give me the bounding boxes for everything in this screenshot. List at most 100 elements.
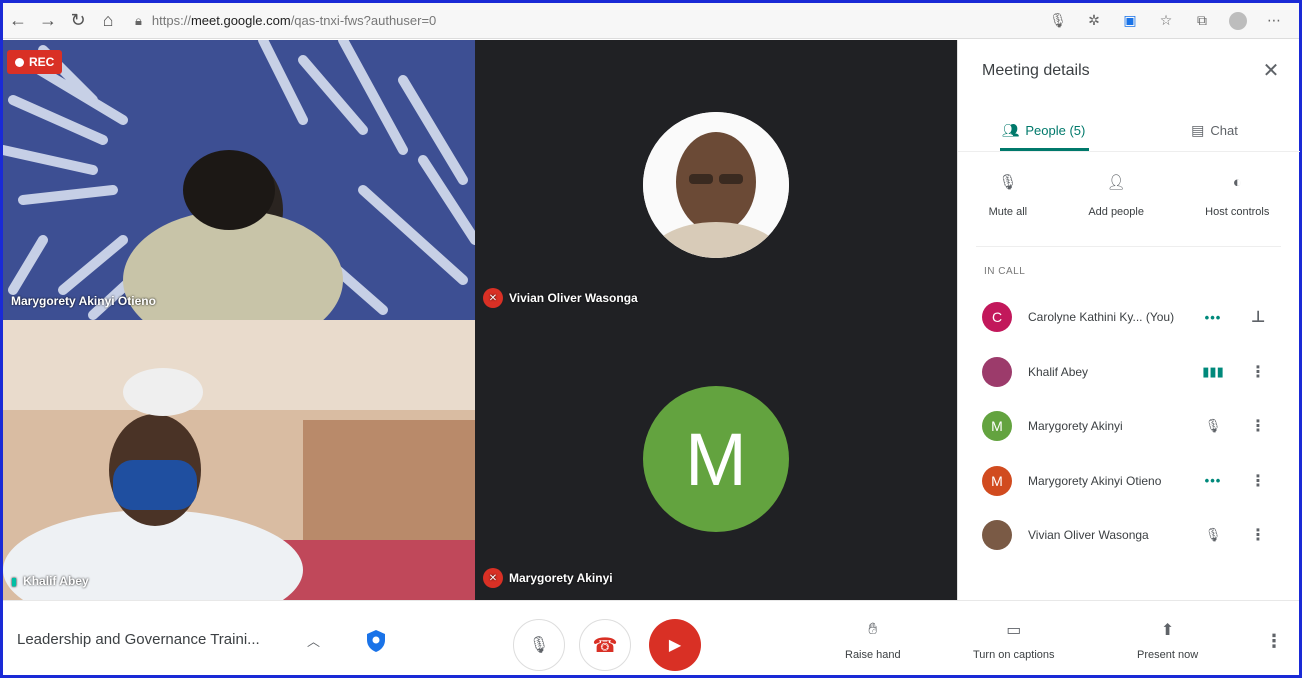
toggle-icon: ◐ xyxy=(1232,173,1242,191)
in-call-section-label: IN CALL xyxy=(984,266,1026,277)
camera-off-button[interactable]: ▶︎ xyxy=(649,619,701,671)
speaking-indicator-icon: ▮ xyxy=(11,575,18,588)
avatar xyxy=(982,520,1012,551)
participant-row[interactable]: Khalif Abey ▮▮▮ ⋮ xyxy=(958,345,1300,400)
participant-list: C Carolyne Kathini Ky... (You) ••• ⊥ Kha… xyxy=(958,290,1300,563)
tab-people-label: People (5) xyxy=(1025,123,1086,138)
add-people-button[interactable]: 👤︎ Add people xyxy=(1088,168,1144,238)
microphone-icon: 🎙︎ xyxy=(528,637,550,654)
microphone-permission-icon[interactable]: 🎙︎ xyxy=(1047,10,1069,32)
browser-toolbar: ← → ↻ ⌂ 🔒︎ https://meet.google.com/qas-t… xyxy=(3,3,1299,39)
profile-photo-image xyxy=(643,112,789,258)
participant-row[interactable]: M Marygorety Akinyi 🎙︎ ⋮ xyxy=(958,399,1300,454)
meeting-toolbar: Leadership and Governance Traini... ︿ 🎙︎… xyxy=(3,600,1299,675)
tile-participant-name: ✕ Vivian Oliver Wasonga xyxy=(483,288,638,308)
video-tile-marygorety-otieno[interactable]: REC Marygorety Akinyi Otieno xyxy=(3,40,475,320)
chevron-up-icon[interactable]: ︿ xyxy=(307,631,320,650)
captions-label: Turn on captions xyxy=(973,649,1055,661)
participant-row[interactable]: Vivian Oliver Wasonga 🎙︎ ⋮ xyxy=(958,508,1300,563)
speaking-indicator-icon: ▮▮▮ xyxy=(1202,363,1224,379)
home-icon[interactable]: ⌂ xyxy=(93,6,123,36)
address-bar[interactable]: 🔒︎ https://meet.google.com/qas-tnxi-fws?… xyxy=(135,13,436,29)
participant-name: Carolyne Kathini Ky... (You) xyxy=(1028,310,1175,325)
url-path: /qas-tnxi-fws?authuser=0 xyxy=(290,13,437,28)
video-grid: REC Marygorety Akinyi Otieno ✕ Vivian Ol… xyxy=(3,40,957,600)
divider xyxy=(976,246,1281,247)
avatar: M xyxy=(982,411,1012,442)
profile-avatar[interactable] xyxy=(1227,10,1249,32)
video-tile-vivian[interactable]: ✕ Vivian Oliver Wasonga xyxy=(475,40,957,320)
recording-dot-icon xyxy=(15,57,24,67)
more-options-icon[interactable]: ⋮ xyxy=(1248,414,1268,438)
recording-badge: REC xyxy=(7,50,63,74)
host-controls-button[interactable]: ◐ Host controls xyxy=(1205,168,1269,238)
more-dots-icon: ••• xyxy=(1204,473,1222,489)
forward-icon[interactable]: → xyxy=(33,6,63,36)
tab-chat[interactable]: ▤ Chat xyxy=(1129,110,1300,151)
host-controls-label: Host controls xyxy=(1205,206,1270,218)
pin-icon[interactable]: ⊥ xyxy=(1248,305,1268,329)
url-prefix: https:// xyxy=(151,13,191,28)
video-tile-khalif[interactable]: ▮ Khalif Abey xyxy=(3,320,475,600)
captions-button[interactable]: ▭ Turn on captions xyxy=(973,619,1055,661)
leave-call-button[interactable]: ☎︎ xyxy=(579,619,631,671)
microphone-button[interactable]: 🎙︎ xyxy=(513,619,565,671)
mic-off-icon: ✕ xyxy=(483,288,503,308)
panel-tabs: 👥︎ People (5) ▤ Chat xyxy=(958,110,1300,152)
raise-hand-button[interactable]: ✋︎ Raise hand xyxy=(845,619,901,661)
mute-all-button[interactable]: 🎙︎ Mute all xyxy=(989,168,1028,238)
tab-people[interactable]: 👥︎ People (5) xyxy=(958,110,1129,151)
meeting-title[interactable]: Leadership and Governance Traini... xyxy=(17,631,260,648)
add-people-label: Add people xyxy=(1088,206,1144,218)
more-options-icon[interactable]: ⋮ xyxy=(1248,360,1268,384)
hand-icon: ✋︎ xyxy=(868,621,878,638)
url-host: meet.google.com xyxy=(190,13,291,28)
more-options-icon[interactable]: ⋮ xyxy=(1248,523,1268,547)
tile-participant-name: ✕ Marygorety Akinyi xyxy=(483,568,613,588)
participant-row[interactable]: M Marygorety Akinyi Otieno ••• ⋮ xyxy=(958,454,1300,509)
more-options-icon[interactable]: ⋮ xyxy=(1248,469,1268,493)
tile-name-text: Marygorety Akinyi Otieno xyxy=(11,294,156,308)
people-icon: 👥︎ xyxy=(1001,122,1020,138)
close-icon[interactable]: ✕ xyxy=(1257,56,1285,84)
extension-icon[interactable]: ✲ xyxy=(1083,10,1105,32)
participant-letter-avatar: M xyxy=(643,386,789,532)
more-dots-icon: ••• xyxy=(1204,309,1222,325)
more-options-icon[interactable]: ⋮ xyxy=(1265,631,1283,652)
back-icon[interactable]: ← xyxy=(3,6,33,36)
browser-menu-icon[interactable]: ⋯ xyxy=(1263,10,1285,32)
camera-off-icon: ▶︎ xyxy=(668,637,682,654)
participant-name: Vivian Oliver Wasonga xyxy=(1028,528,1149,543)
mic-off-icon: 🎙︎ xyxy=(998,174,1018,191)
add-person-icon: 👤︎ xyxy=(1106,174,1126,191)
captions-icon: ▭ xyxy=(1006,622,1022,639)
raise-hand-label: Raise hand xyxy=(845,649,901,661)
chat-icon: ▤ xyxy=(1191,122,1205,138)
participant-name: Marygorety Akinyi Otieno xyxy=(1028,473,1162,488)
recording-label: REC xyxy=(29,55,55,69)
mic-off-icon: ✕ xyxy=(483,568,503,588)
collections-icon[interactable]: ⧉ xyxy=(1191,10,1213,32)
shield-icon[interactable] xyxy=(365,629,387,653)
present-now-button[interactable]: ⬆︎ Present now xyxy=(1137,619,1198,661)
avatar xyxy=(982,356,1012,387)
avatar: M xyxy=(982,465,1012,496)
tile-name-text: Marygorety Akinyi xyxy=(509,571,613,585)
favorites-icon[interactable]: ☆ xyxy=(1155,10,1177,32)
tab-chat-label: Chat xyxy=(1210,123,1238,138)
hang-up-icon: ☎︎ xyxy=(592,634,618,657)
lock-icon: 🔒︎ xyxy=(135,12,142,28)
tile-name-text: Khalif Abey xyxy=(23,574,89,588)
present-icon: ⬆︎ xyxy=(1160,622,1175,639)
present-label: Present now xyxy=(1137,649,1199,661)
video-tile-marygorety-akinyi[interactable]: M ✕ Marygorety Akinyi xyxy=(475,320,957,600)
mute-all-label: Mute all xyxy=(988,206,1028,218)
tile-participant-name: ▮ Khalif Abey xyxy=(11,574,89,588)
reload-icon[interactable]: ↻ xyxy=(63,6,93,36)
mic-off-icon: 🎙︎ xyxy=(1204,418,1222,434)
reader-icon[interactable]: ▣ xyxy=(1119,10,1141,32)
participant-name: Khalif Abey xyxy=(1028,364,1089,379)
mic-off-icon: 🎙︎ xyxy=(1204,527,1222,543)
tile-participant-name: Marygorety Akinyi Otieno xyxy=(11,294,156,308)
participant-row[interactable]: C Carolyne Kathini Ky... (You) ••• ⊥ xyxy=(958,290,1300,345)
